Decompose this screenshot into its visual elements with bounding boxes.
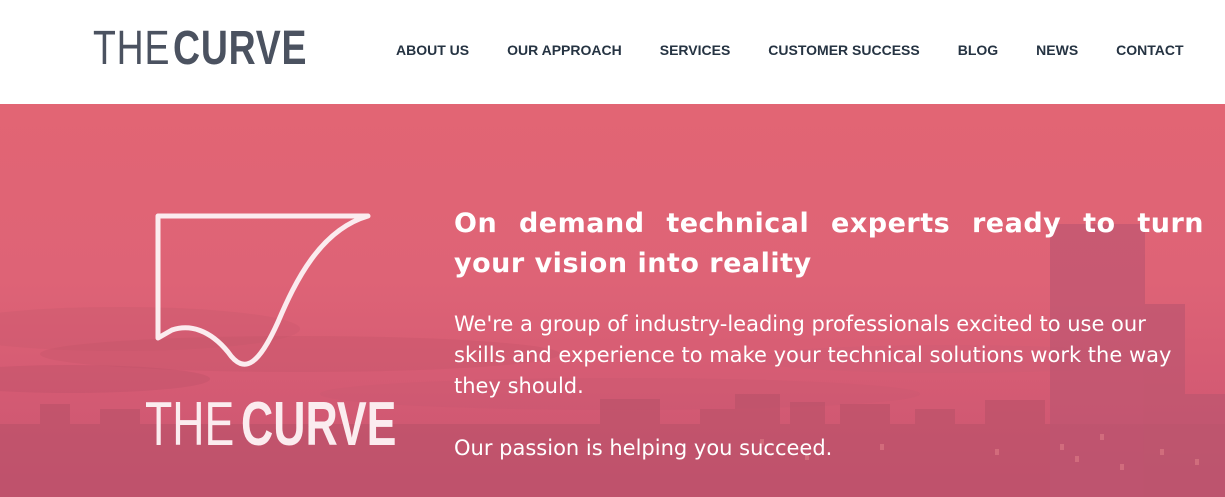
hero-paragraph-passion: Our passion is helping you succeed.	[454, 436, 833, 460]
site-header: THE CURVE ABOUT US OUR APPROACH SERVICES…	[0, 0, 1225, 104]
nav-contact[interactable]: CONTACT	[1116, 40, 1183, 60]
logo-word-the: THE	[93, 22, 171, 75]
nav-our-approach[interactable]: OUR APPROACH	[507, 40, 622, 60]
hero-logo-word-curve: CURVE	[241, 390, 397, 459]
nav-news[interactable]: NEWS	[1036, 40, 1078, 60]
nav-blog[interactable]: BLOG	[958, 40, 998, 60]
site-logo[interactable]: THE CURVE	[93, 24, 345, 74]
nav-customer-success[interactable]: CUSTOMER SUCCESS	[768, 40, 919, 60]
curve-emblem-icon	[155, 213, 371, 367]
hero-banner: THE CURVE On demand technical experts re…	[0, 104, 1225, 497]
logo-word-curve: CURVE	[173, 22, 308, 75]
hero-headline: On demand technical experts ready to tur…	[454, 208, 1204, 279]
hero-paragraph-intro: We're a group of industry-leading profes…	[454, 312, 1172, 398]
main-nav: ABOUT US OUR APPROACH SERVICES CUSTOMER …	[396, 40, 1184, 60]
hero-description: We're a group of industry-leading profes…	[454, 309, 1174, 464]
hero-logo-wordmark: THE CURVE	[145, 390, 457, 459]
hero-logo-word-the: THE	[145, 390, 235, 459]
nav-services[interactable]: SERVICES	[660, 40, 731, 60]
nav-about-us[interactable]: ABOUT US	[396, 40, 469, 60]
